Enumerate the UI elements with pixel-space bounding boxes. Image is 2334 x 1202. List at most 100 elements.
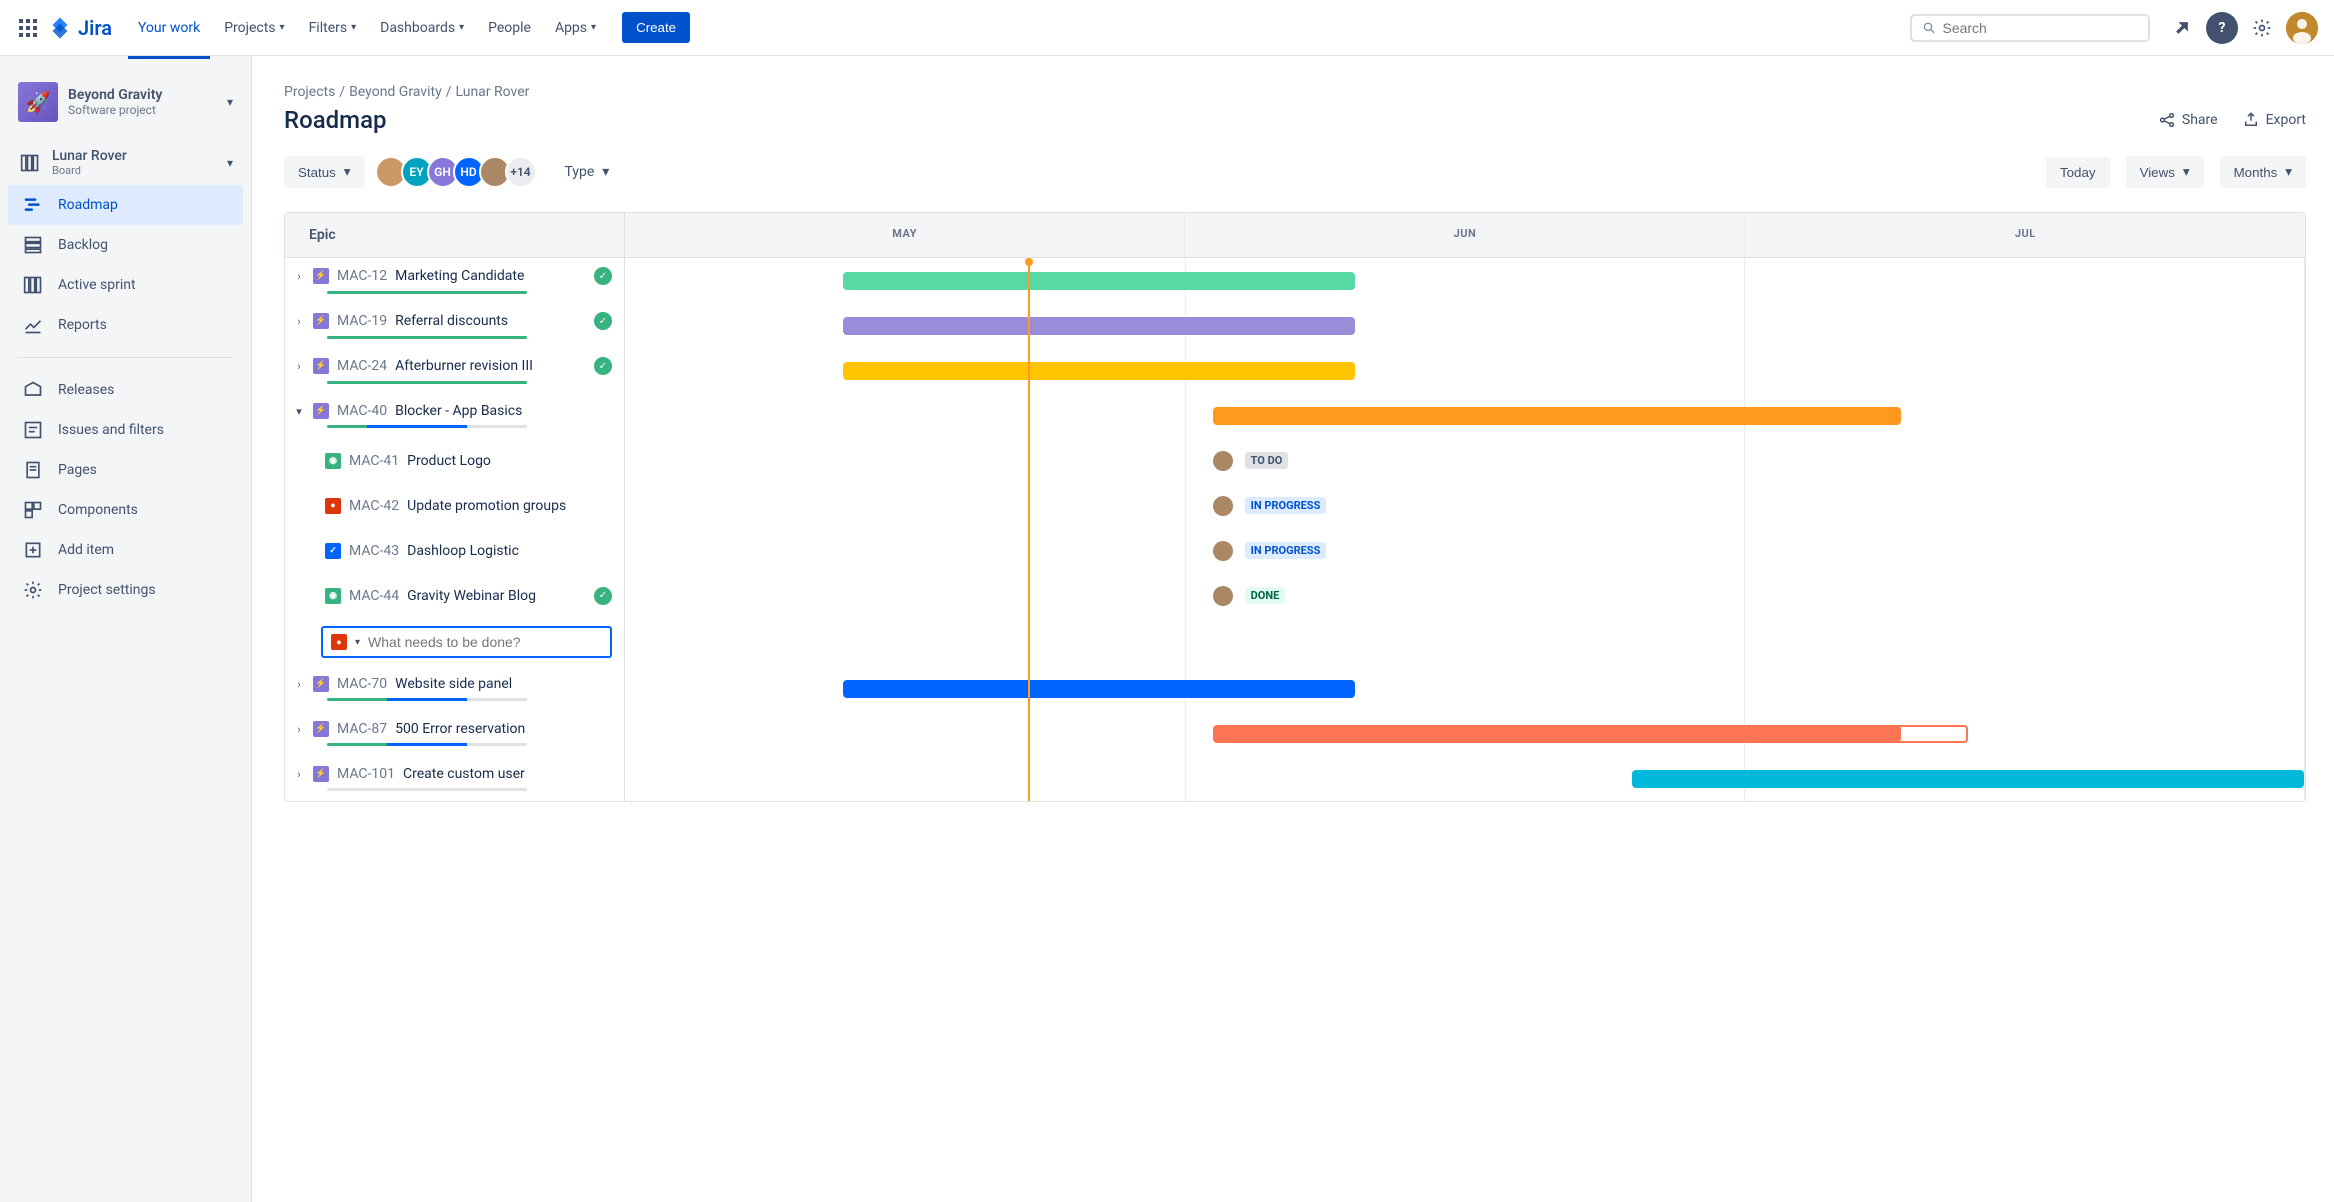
expand-caret[interactable]: › [293,315,305,328]
create-button[interactable]: Create [622,12,690,43]
nav-people[interactable]: People [478,12,541,44]
global-search[interactable] [1910,14,2150,42]
timeline-cell: IN PROGRESS [625,528,2305,573]
issue-key[interactable]: MAC-41 [349,453,399,469]
sidebar-item-settings[interactable]: Project settings [8,570,243,610]
issue-summary[interactable]: Product Logo [407,453,491,469]
epic-progress [327,698,527,701]
bug-icon: ● [325,498,341,514]
epic-bar[interactable] [843,680,1355,698]
reports-icon [22,315,44,335]
issue-summary[interactable]: Dashloop Logistic [407,543,519,559]
issue-key[interactable]: MAC-87 [337,721,387,737]
months-button[interactable]: Months▾ [2220,156,2306,188]
column-epic: Epic [285,213,625,257]
issue-key[interactable]: MAC-44 [349,588,399,604]
share-button[interactable]: Share [2158,111,2218,129]
board-selector[interactable]: Lunar Rover Board ▾ [8,140,243,185]
sidebar-item-issues[interactable]: Issues and filters [8,410,243,450]
child-row: ◉MAC-41Product LogoTO DO [285,438,2305,483]
status-badge: IN PROGRESS [1245,542,1327,559]
expand-caret[interactable]: ▾ [293,405,305,418]
nav-filters[interactable]: Filters▾ [299,12,367,44]
expand-caret[interactable]: › [293,723,305,736]
done-check-icon: ✓ [594,312,612,330]
issue-key[interactable]: MAC-12 [337,268,387,284]
sidebar-item-roadmap[interactable]: Roadmap [8,185,243,225]
issue-summary[interactable]: Blocker - App Basics [395,403,522,419]
expand-caret[interactable]: › [293,360,305,373]
new-item-input[interactable] [368,634,602,650]
issue-key[interactable]: MAC-101 [337,766,395,782]
nav-dashboards[interactable]: Dashboards▾ [370,12,474,44]
issue-summary[interactable]: Afterburner revision III [395,358,533,374]
issue-key[interactable]: MAC-42 [349,498,399,514]
assignee-avatar[interactable] [1213,496,1233,516]
settings-icon[interactable] [2246,12,2278,44]
epic-bar[interactable] [1213,725,1901,743]
jira-logo[interactable]: Jira [48,16,112,40]
assignee-avatar[interactable] [1213,586,1233,606]
issue-summary[interactable]: Update promotion groups [407,498,566,514]
app-switcher-icon[interactable] [16,16,40,40]
releases-icon [22,380,44,400]
assignee-filter[interactable]: EY GH HD +14 [381,156,537,188]
expand-caret[interactable]: › [293,768,305,781]
sidebar-item-backlog[interactable]: Backlog [8,225,243,265]
breadcrumb-item[interactable]: Lunar Rover [455,84,529,100]
issue-summary[interactable]: Gravity Webinar Blog [407,588,536,604]
status-filter[interactable]: Status▾ [284,156,365,188]
expand-caret[interactable]: › [293,678,305,691]
profile-avatar[interactable] [2286,12,2318,44]
sidebar-item-pages[interactable]: Pages [8,450,243,490]
issue-key[interactable]: MAC-43 [349,543,399,559]
roadmap-icon [22,195,44,215]
search-icon [1922,20,1936,36]
more-avatars[interactable]: +14 [505,156,537,188]
epic-bar[interactable] [843,362,1355,380]
epic-progress [327,381,527,384]
assignee-avatar[interactable] [1213,451,1233,471]
export-button[interactable]: Export [2242,111,2306,129]
issue-key[interactable]: MAC-19 [337,313,387,329]
sidebar-item-add[interactable]: Add item [8,530,243,570]
type-filter[interactable]: Type▾ [553,156,622,188]
export-icon [2242,111,2260,129]
sidebar-item-reports[interactable]: Reports [8,305,243,345]
issue-summary[interactable]: Marketing Candidate [395,268,524,284]
epic-bar[interactable] [1632,770,2304,788]
issue-key[interactable]: MAC-70 [337,676,387,692]
sidebar-item-active-sprint[interactable]: Active sprint [8,265,243,305]
sidebar-item-components[interactable]: Components [8,490,243,530]
breadcrumb-item[interactable]: Projects [284,84,335,100]
notifications-icon[interactable] [2166,12,2198,44]
epic-icon: ⚡ [313,313,329,329]
issue-key[interactable]: MAC-40 [337,403,387,419]
issue-summary[interactable]: Referral discounts [395,313,508,329]
assignee-avatar[interactable] [1213,541,1233,561]
child-row: ●MAC-42Update promotion groupsIN PROGRES… [285,483,2305,528]
epic-bar[interactable] [843,317,1355,335]
new-item-input-wrapper[interactable]: ●▾ [321,626,612,658]
nav-apps[interactable]: Apps▾ [545,12,606,44]
issue-summary[interactable]: 500 Error reservation [395,721,525,737]
done-check-icon: ✓ [594,357,612,375]
views-button[interactable]: Views▾ [2126,156,2204,188]
chevron-down-icon: ▾ [280,22,285,33]
epic-bar[interactable] [843,272,1355,290]
search-input[interactable] [1942,20,2138,36]
timeline-cell [625,711,2305,756]
issue-type-dropdown[interactable]: ▾ [355,637,360,648]
issue-key[interactable]: MAC-24 [337,358,387,374]
expand-caret[interactable]: › [293,270,305,283]
sidebar-item-releases[interactable]: Releases [8,370,243,410]
nav-projects[interactable]: Projects▾ [214,12,294,44]
breadcrumb-item[interactable]: Beyond Gravity [349,84,442,100]
today-button[interactable]: Today [2046,157,2110,188]
issue-summary[interactable]: Website side panel [395,676,512,692]
project-header[interactable]: 🚀 Beyond Gravity Software project ▾ [8,76,243,128]
issue-summary[interactable]: Create custom user [403,766,525,782]
help-icon[interactable]: ? [2206,12,2238,44]
epic-bar[interactable] [1213,407,1901,425]
nav-your-work[interactable]: Your work [128,12,210,44]
